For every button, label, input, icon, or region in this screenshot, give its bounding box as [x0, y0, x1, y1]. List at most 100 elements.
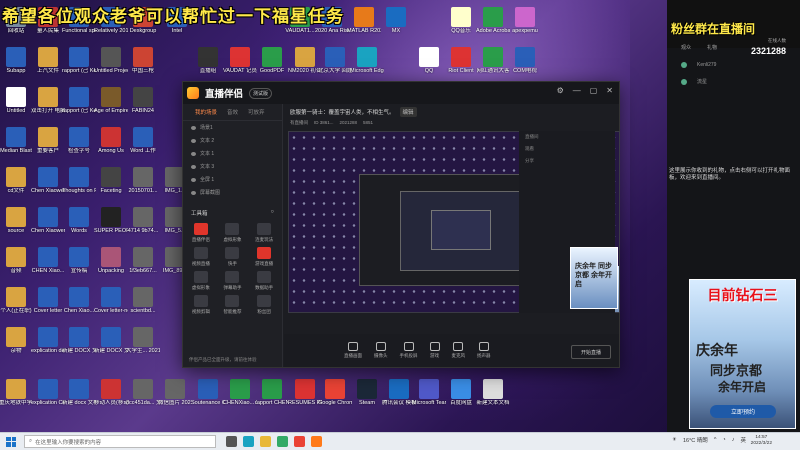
desktop-icon[interactable]: 双击打开 电脑 [31, 87, 65, 114]
source-button[interactable]: 游戏 [429, 342, 440, 359]
tool-button[interactable]: 弹幕助手 [219, 271, 247, 291]
desktop-icon[interactable]: Cover letter [33, 287, 63, 314]
task-view-icon[interactable] [226, 436, 237, 447]
tray-expand-icon[interactable]: ^ [714, 437, 717, 443]
ime-indicator[interactable]: 英 [740, 436, 746, 444]
scene-item[interactable]: 文本 2 [183, 134, 282, 147]
tool-button[interactable]: 快手 [219, 247, 247, 267]
desktop-icon[interactable]: Unpacking [96, 247, 126, 274]
desktop-icon[interactable]: rapport (已 Keshtaf... [62, 87, 96, 114]
desktop-icon[interactable]: 音频 [1, 247, 31, 274]
desktop-icon[interactable]: cd文件 [1, 167, 31, 194]
desktop-icon[interactable]: Microsoft Edge [350, 47, 384, 74]
tool-button[interactable]: 游戏直播 [250, 247, 278, 267]
settings-icon[interactable]: ⚙ [557, 87, 564, 95]
desktop-icon[interactable]: rapport (己 Keshtaf... [62, 47, 96, 74]
desktop-icon[interactable]: Untitled Project [94, 47, 128, 74]
clock[interactable]: 14:57 2022/3/22 [751, 435, 772, 447]
desktop-icon[interactable]: 杂物 [1, 327, 31, 354]
desktop-icon[interactable]: Age of Empires IV [94, 87, 128, 114]
eye-icon[interactable] [191, 138, 196, 143]
eye-icon[interactable] [191, 164, 196, 169]
desktop-icon[interactable]: QQ [414, 47, 444, 74]
tool-button[interactable]: 粉丝团 [250, 295, 278, 315]
desktop-icon[interactable]: 大学生... 20210... [126, 327, 160, 354]
desktop-icon[interactable]: 微信图片 20210... [158, 379, 192, 406]
tab-other[interactable]: 可放弃 [248, 108, 265, 116]
desktop-icon[interactable]: 北京大学 回题库 [318, 47, 352, 74]
desktop-icon[interactable]: 重要客户 [33, 127, 63, 154]
side-item[interactable]: 观看 [519, 143, 615, 155]
desktop-icon[interactable]: NM2020 初合力 [288, 47, 322, 74]
tool-button[interactable]: 虚拟形象 [219, 223, 247, 243]
desktop-icon[interactable]: Median Blast [0, 127, 32, 154]
desktop-icon[interactable]: MX [381, 7, 411, 34]
tool-button[interactable]: 数据助手 [250, 271, 278, 291]
tool-button[interactable]: 视频直播 [187, 247, 215, 267]
desktop-icon[interactable]: QQ音乐 [446, 7, 476, 34]
source-button[interactable]: 麦克风 [452, 342, 465, 359]
source-button[interactable]: 扬声器 [477, 342, 491, 359]
wechat-icon[interactable] [277, 436, 288, 447]
eye-icon[interactable] [191, 125, 196, 130]
eye-icon[interactable] [191, 151, 196, 156]
taskbar-search[interactable]: ⌕ 在这里输入你要搜索的内容 [24, 435, 216, 448]
desktop-icon[interactable]: Cover letter-nonce... [94, 287, 128, 314]
eye-icon[interactable] [191, 177, 196, 182]
network-icon[interactable]: ◔ [722, 437, 725, 443]
tool-button[interactable]: 智能推荐 [219, 295, 247, 315]
desktop-icon[interactable]: COM电视 [510, 47, 540, 74]
edit-title-button[interactable]: 编辑 [399, 107, 417, 117]
desktop-icon[interactable]: RESUMES PPP AA 2021 [288, 379, 322, 406]
weather-icon[interactable]: ☀ [672, 437, 677, 443]
toolbox-expand-icon[interactable]: ○ [271, 209, 274, 217]
desktop-icon[interactable]: Microsoft Teams [412, 379, 446, 406]
folder-icon[interactable] [260, 436, 271, 447]
desktop-icon[interactable]: 新建 DOCX 文档(2) [94, 327, 128, 354]
desktop-icon[interactable]: Among Us [96, 127, 126, 154]
desktop-icon[interactable]: Words [64, 207, 94, 234]
desktop-icon[interactable]: Thoughts on Readi... [62, 167, 96, 194]
start-live-button[interactable]: 开始直播 [571, 345, 611, 359]
desktop-icon[interactable]: Riot Client [446, 47, 476, 74]
windows-start-icon[interactable] [6, 436, 16, 447]
tab-sound[interactable]: 音效 [227, 108, 238, 116]
desktop-icon[interactable]: Word 工作 [128, 127, 158, 154]
desktop-icon[interactable]: 百度网盘 [446, 379, 476, 406]
desktop-icon[interactable]: GoodPDF [257, 47, 287, 74]
desktop-icon[interactable]: scientbd... [128, 287, 158, 314]
chrome-icon[interactable] [294, 436, 305, 447]
tool-button[interactable]: 直播伴侣 [187, 223, 215, 243]
desktop-icon[interactable]: 宣传稿 [64, 247, 94, 274]
source-button[interactable]: 直播画面 [344, 342, 362, 359]
desktop-icon[interactable]: explication CHENXiao... [31, 379, 65, 406]
desktop-icon[interactable]: 重庆地铁中学... [0, 379, 33, 406]
desktop-icon[interactable]: Chen Xiao... [64, 287, 94, 314]
desktop-icon[interactable]: 网红通讯大客 [476, 47, 510, 74]
scene-item[interactable]: 场景1 [183, 121, 282, 134]
app-titlebar[interactable]: 直播伴侣 测试版 ⚙ — ▢ ✕ [183, 82, 619, 104]
weather-text[interactable]: 16°C 晴朗 [683, 436, 708, 444]
desktop-icon[interactable]: Steam [352, 379, 382, 406]
minimize-icon[interactable]: — [573, 87, 581, 95]
desktop-icon[interactable]: Untitled [1, 87, 31, 114]
source-button[interactable]: 手机投屏 [400, 342, 418, 359]
live-app-icon[interactable] [311, 436, 322, 447]
desktop-icon[interactable]: 4714 9b74... [128, 207, 158, 234]
desktop-icon[interactable]: 新建 docx 文档 [62, 379, 96, 406]
desktop-icon[interactable]: Faceting [96, 167, 126, 194]
edge-icon[interactable] [243, 436, 254, 447]
desktop-icon[interactable]: 移动人员(移动)大学生... [94, 379, 128, 406]
desktop-icon[interactable]: Chen Xiaowen-CV [31, 207, 65, 234]
scene-item[interactable]: 文本 3 [183, 160, 282, 173]
side-item[interactable]: 分享 [519, 155, 615, 167]
desktop-icon[interactable]: rapport CHEN... [255, 379, 289, 406]
reserve-button[interactable]: 立即预约 [710, 405, 776, 418]
desktop-icon[interactable]: source [1, 207, 31, 234]
desktop-icon[interactable]: 直播组 [193, 47, 223, 74]
tool-button[interactable]: 连麦玩法 [250, 223, 278, 243]
desktop-icon[interactable]: 新建 DOCX 文档 [62, 327, 96, 354]
desktop-icon[interactable]: 检查字号 [64, 127, 94, 154]
live-companion-window[interactable]: 直播伴侣 测试版 ⚙ — ▢ ✕ 我的场景 音效 可放弃 场景1 文本 2 文本 1… [182, 81, 620, 368]
desktop-icon[interactable]: 个人(正在职) [0, 287, 32, 314]
